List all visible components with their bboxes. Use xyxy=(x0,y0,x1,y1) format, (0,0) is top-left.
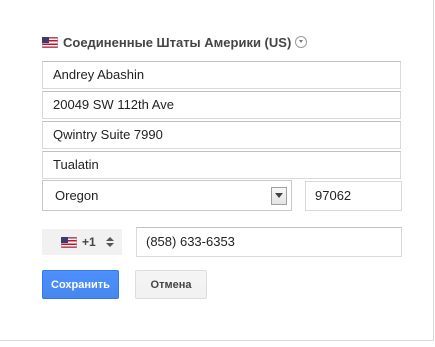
phone-country-code-selector[interactable]: +1 xyxy=(42,229,122,255)
dropdown-arrow-icon[interactable] xyxy=(271,186,287,205)
city-field[interactable] xyxy=(42,151,401,179)
phone-country-code: +1 xyxy=(82,235,96,249)
state-select-value: Oregon xyxy=(55,188,99,203)
up-down-arrows-icon xyxy=(105,237,114,247)
name-field[interactable] xyxy=(42,61,401,89)
address-edit-panel: Соединенные Штаты Америки (US) Oregon +1… xyxy=(0,0,434,341)
zip-field[interactable] xyxy=(305,181,402,211)
cancel-button[interactable]: Отмена xyxy=(135,270,207,299)
us-flag-icon xyxy=(61,236,77,248)
address-line1-field[interactable] xyxy=(42,91,401,119)
address-line2-field[interactable] xyxy=(42,121,401,149)
state-select[interactable]: Oregon xyxy=(42,180,292,211)
us-flag-icon xyxy=(42,36,58,48)
phone-field[interactable] xyxy=(136,227,402,257)
save-button[interactable]: Сохранить xyxy=(42,270,119,299)
country-label: Соединенные Штаты Америки (US) xyxy=(63,34,292,50)
country-selector[interactable]: Соединенные Штаты Америки (US) xyxy=(42,34,308,50)
chevron-down-icon[interactable] xyxy=(295,36,308,48)
